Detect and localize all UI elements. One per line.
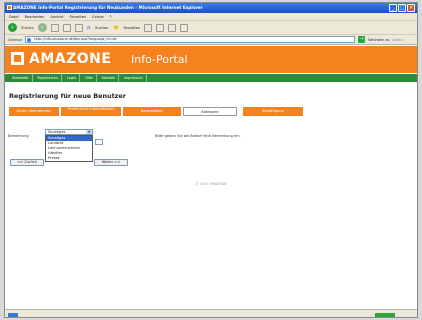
- refresh-icon[interactable]: [62, 23, 71, 32]
- menu-edit[interactable]: Bearbeiten: [25, 13, 45, 20]
- history-icon[interactable]: [144, 23, 153, 32]
- home-icon[interactable]: [74, 23, 83, 32]
- nav-register[interactable]: Registrieren: [35, 74, 62, 82]
- menu-file[interactable]: Datei: [9, 13, 19, 20]
- toolbar: ‹ Zurück › ⌕ Suchen ★ Favoriten: [5, 21, 417, 35]
- window-title: AMAZONE Info-Portal Registrierung für Ne…: [13, 5, 203, 10]
- minimize-button[interactable]: _: [389, 4, 397, 12]
- favorites-label[interactable]: Favoriten: [124, 26, 141, 30]
- browser-window: AMAZONE Info-Portal Registrierung für Ne…: [4, 2, 418, 318]
- menu-view[interactable]: Ansicht: [50, 13, 63, 20]
- internet-zone-icon: [375, 313, 395, 317]
- close-button[interactable]: ✕: [407, 4, 415, 12]
- category-option[interactable]: Presse: [46, 156, 92, 161]
- amazone-logo-icon: [11, 52, 24, 65]
- step-category-active: Kategorie: [183, 107, 237, 116]
- nav-help[interactable]: Hilfe: [82, 74, 97, 82]
- page-icon: [27, 38, 32, 42]
- category-dropdown-list: Sonstiges Landwirt Lohnunternehmer Händl…: [45, 135, 93, 162]
- window-controls: _ □ ✕: [389, 4, 415, 12]
- remark-label: Bemerkung: [8, 134, 29, 138]
- page-title: Registrierung für neue Benutzer: [9, 92, 126, 100]
- remark-input[interactable]: [95, 139, 103, 145]
- step-confirmation: Bestätigung: [243, 107, 305, 116]
- back-label[interactable]: Zurück: [21, 26, 34, 30]
- registration-steps: Daten übernehmen Persönliche Information…: [9, 107, 305, 116]
- status-bar: [5, 309, 417, 317]
- step-data: Daten übernehmen: [9, 107, 61, 116]
- step-personal: Persönliche Informationen: [61, 107, 123, 116]
- search-icon[interactable]: ⌕: [87, 23, 91, 32]
- site-header: AMAZONE Info-Portal: [5, 46, 417, 73]
- chevron-down-icon[interactable]: ▼: [86, 130, 92, 134]
- edit-icon[interactable]: [180, 23, 189, 32]
- mail-icon[interactable]: [156, 23, 165, 32]
- step-address: Adressdaten: [123, 107, 183, 116]
- menu-bar: Datei Bearbeiten Ansicht Favoriten Extra…: [5, 13, 417, 21]
- title-bar: AMAZONE Info-Portal Registrierung für Ne…: [5, 3, 417, 13]
- menu-favorites[interactable]: Favoriten: [70, 13, 87, 20]
- nav-login[interactable]: Login: [64, 74, 81, 82]
- address-input[interactable]: http://info.amazone.de/des.asp?language_…: [25, 36, 356, 43]
- nav-contact[interactable]: Kontakt: [99, 74, 119, 82]
- address-bar: Adresse http://info.amazone.de/des.asp?l…: [5, 35, 417, 45]
- stop-icon[interactable]: [50, 23, 59, 32]
- menu-tools[interactable]: Extras: [92, 13, 103, 20]
- menu-help[interactable]: ?: [110, 13, 112, 20]
- go-icon[interactable]: →: [358, 36, 366, 43]
- search-label[interactable]: Suchen: [95, 26, 108, 30]
- links-label[interactable]: Links »: [392, 38, 404, 42]
- site-nav: Startseite Registrieren Login Hilfe Kont…: [5, 74, 417, 82]
- go-label[interactable]: Wechseln zu: [368, 38, 389, 42]
- status-page-icon: [8, 313, 18, 317]
- ie-window-icon: [7, 5, 12, 10]
- page-footer: © 2007 AMAZONE: [195, 182, 227, 186]
- nav-home[interactable]: Startseite: [9, 74, 33, 82]
- nav-imprint[interactable]: Impressum: [121, 74, 147, 82]
- address-url: http://info.amazone.de/des.asp?language_…: [34, 37, 117, 41]
- next-button[interactable]: Weiter >>: [94, 159, 128, 166]
- address-label: Adresse: [8, 37, 23, 42]
- forward-arrow-icon[interactable]: ›: [37, 23, 47, 32]
- web-page: AMAZONE Info-Portal Startseite Registrie…: [5, 46, 417, 308]
- print-icon[interactable]: [168, 23, 177, 32]
- site-brand: AMAZONE: [29, 51, 112, 67]
- maximize-button[interactable]: □: [398, 4, 406, 12]
- site-portal-name: Info-Portal: [131, 53, 188, 66]
- back-arrow-icon[interactable]: ‹: [8, 23, 17, 32]
- category-select-value: Sonstiges: [48, 130, 66, 134]
- favorites-star-icon[interactable]: ★: [112, 23, 119, 32]
- back-button[interactable]: << Zurück: [10, 159, 44, 166]
- remark-hint: Bitte geben Sie bei Bedarf eine Bemerkun…: [155, 134, 241, 138]
